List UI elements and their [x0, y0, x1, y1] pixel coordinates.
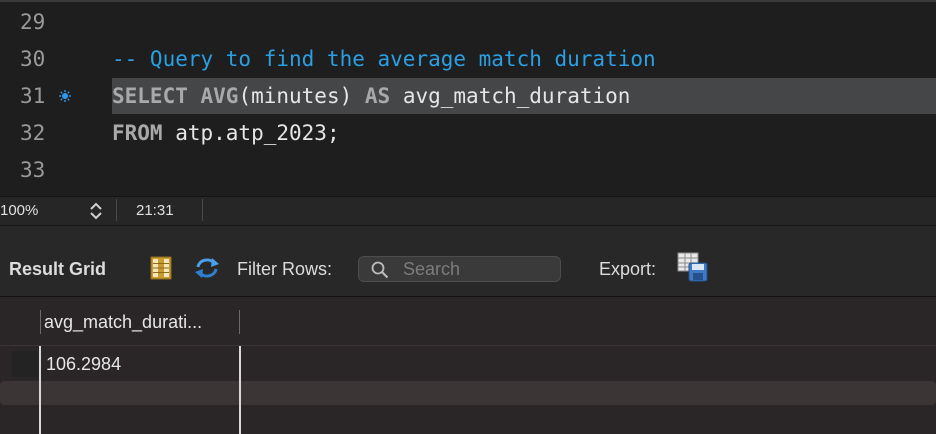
status-divider [116, 199, 117, 221]
editor-line[interactable]: 32 FROM atp.atp_2023; [0, 115, 936, 151]
editor-line-current[interactable]: 31 SELECT AVG(minutes) AS avg_match_dura… [0, 78, 936, 114]
sql-text: (minutes) [238, 84, 365, 108]
sql-keyword: AS [364, 84, 391, 108]
cursor-position: 21:31 [136, 202, 174, 219]
sql-function: AVG [200, 84, 239, 108]
grid-header: avg_match_durati... [0, 297, 936, 346]
zoom-level: 100% [0, 202, 39, 219]
editor-status-bar: 100% 21:31 [0, 196, 936, 226]
sql-keyword: SELECT [112, 84, 188, 108]
code-text[interactable] [112, 4, 936, 40]
table-row[interactable]: 106.2984 [0, 346, 936, 380]
search-input[interactable] [403, 259, 553, 279]
column-divider [40, 310, 41, 334]
status-divider [202, 199, 203, 221]
result-grid[interactable]: avg_match_durati... 106.2984 [0, 297, 936, 434]
column-header[interactable]: avg_match_durati... [44, 312, 202, 333]
empty-row-fill [0, 381, 936, 405]
line-number: 29 [20, 10, 46, 34]
table-row-empty[interactable] [0, 381, 936, 405]
line-number: 32 [20, 121, 46, 145]
editor-line[interactable]: 29 [0, 4, 936, 40]
sql-text: avg_match_duration [390, 84, 631, 108]
line-number: 31 [20, 84, 46, 108]
column-divider [239, 346, 241, 434]
export-icon[interactable] [677, 252, 709, 282]
zoom-stepper-icon[interactable] [88, 201, 104, 221]
code-text[interactable]: -- Query to find the average match durat… [112, 41, 936, 77]
filter-rows-label: Filter Rows: [237, 259, 333, 279]
editor-line[interactable]: 33 [0, 152, 936, 188]
grid-view-icon[interactable] [150, 256, 172, 280]
result-grid-label: Result Grid [9, 259, 107, 279]
results-toolbar: Result Grid Filter Rows: Export: [0, 226, 936, 297]
line-number: 30 [20, 47, 46, 71]
filter-search-field[interactable] [358, 256, 561, 282]
code-text[interactable] [112, 152, 936, 188]
table-cell[interactable]: 106.2984 [46, 354, 121, 375]
search-icon [371, 261, 389, 279]
sql-comment: -- Query to find the average match durat… [112, 47, 656, 71]
code-text[interactable]: FROM atp.atp_2023; [112, 115, 936, 151]
sql-editor[interactable]: 29 30 -- Query to find the average match… [0, 0, 936, 196]
sql-keyword: FROM [112, 121, 163, 145]
export-label: Export: [599, 259, 657, 279]
refresh-icon[interactable] [193, 256, 221, 280]
editor-line[interactable]: 30 -- Query to find the average match du… [0, 41, 936, 77]
line-number: 33 [20, 158, 46, 182]
column-divider[interactable] [239, 310, 240, 334]
row-selector[interactable] [12, 351, 38, 377]
code-text[interactable]: SELECT AVG(minutes) AS avg_match_duratio… [112, 78, 936, 114]
statement-marker-icon[interactable] [59, 90, 71, 102]
column-divider [39, 346, 41, 434]
sql-text: atp.atp_2023; [162, 121, 340, 145]
